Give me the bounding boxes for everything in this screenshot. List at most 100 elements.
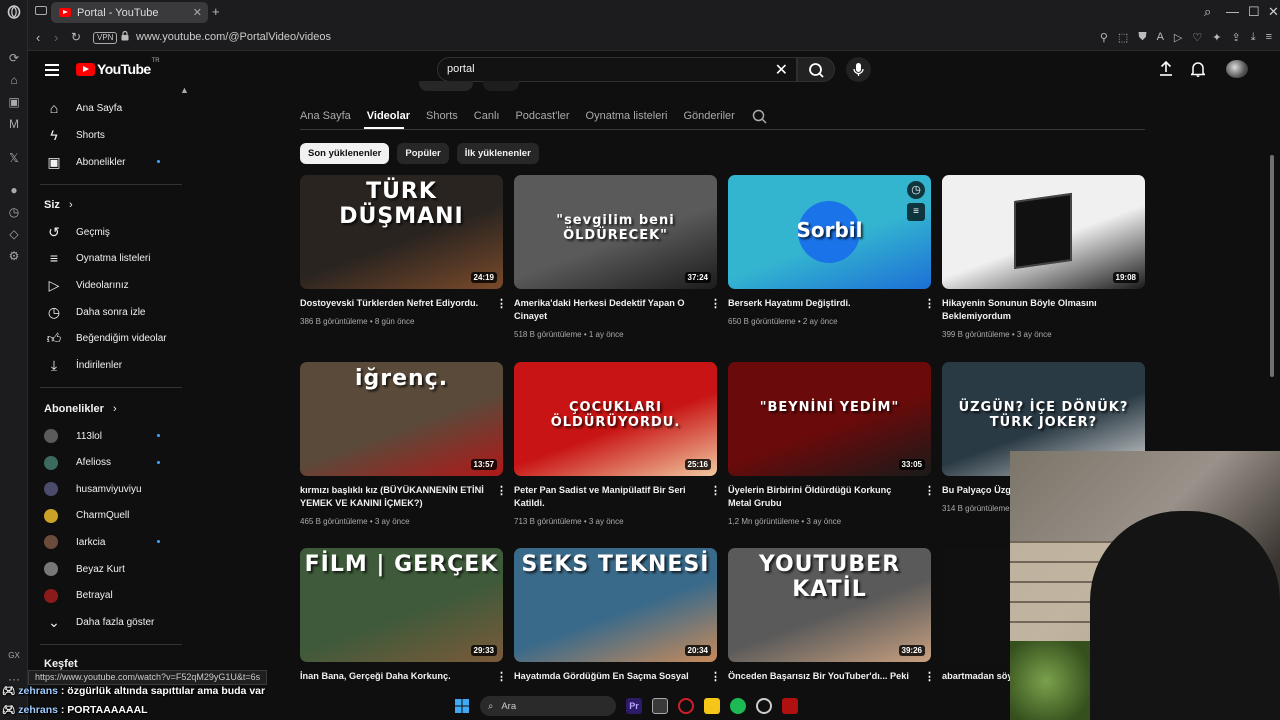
video-title[interactable]: Hikayenin Sonunun Böyle Olmasını Beklemi… xyxy=(942,297,1127,323)
tab-channel[interactable]: Videolar xyxy=(367,110,410,122)
file-explorer-icon[interactable] xyxy=(704,698,720,714)
tab-channel[interactable]: Shorts xyxy=(426,110,458,122)
back-icon[interactable]: ‹ xyxy=(36,30,40,45)
more-options-icon[interactable]: ⋮ xyxy=(924,297,935,310)
search-input[interactable]: portal xyxy=(447,63,475,75)
opera-gx-icon[interactable] xyxy=(678,698,694,714)
gallery-icon[interactable]: ▣ xyxy=(6,94,22,110)
sidebar-item-your-videos[interactable]: ▷ Videolarınız xyxy=(28,272,182,298)
pin-icon[interactable]: ⚲ xyxy=(1100,31,1108,44)
settings-icon[interactable]: ⚙ xyxy=(6,248,22,264)
extensions-icon[interactable]: ✦ xyxy=(1212,31,1221,44)
add-to-queue-icon[interactable]: ≡ xyxy=(907,203,925,221)
opera-logo-icon[interactable] xyxy=(6,5,22,21)
video-card[interactable]: Sorbil ◷ ≡ Berserk Hayatımı Değiştirdi. 650 … xyxy=(728,175,935,355)
reload-icon[interactable]: ↻ xyxy=(71,30,81,44)
sort-chip[interactable]: İlk yüklenenler xyxy=(456,143,539,164)
video-thumbnail[interactable]: YOUTUBER KATİL 39:26 xyxy=(728,548,931,662)
spotify-icon[interactable] xyxy=(730,698,746,714)
video-title[interactable]: Hayatımda Gördüğüm En Saçma Sosyal xyxy=(514,670,699,683)
video-thumbnail[interactable]: TÜRK DÜŞMANI 24:19 xyxy=(300,175,503,289)
more-options-icon[interactable]: ⋮ xyxy=(496,297,507,310)
video-thumbnail[interactable]: Sorbil ◷ ≡ xyxy=(728,175,931,289)
tab-channel[interactable]: Ana Sayfa xyxy=(300,110,351,122)
video-card[interactable]: FİLM | GERÇEK 29:33 İnan Bana, Gerçeği Dah… xyxy=(300,548,507,688)
video-title[interactable]: Dostoyevski Türklerden Nefret Ediyordu. xyxy=(300,297,485,310)
sidebar-item-liked[interactable]: 👍︎ Beğendiğim videolar xyxy=(28,325,182,351)
music-icon[interactable]: ● xyxy=(6,182,22,198)
search-tabs-icon[interactable]: ⌕ xyxy=(1204,4,1211,20)
you-section-header[interactable]: Siz › xyxy=(44,199,73,211)
tab-channel[interactable]: Oynatma listeleri xyxy=(586,110,668,122)
sidebar-item-shorts[interactable]: ϟ Shorts xyxy=(28,122,182,148)
video-thumbnail[interactable]: ÇOCUKLARI ÖLDÜRÜYORDU. 25:16 xyxy=(514,362,717,476)
tab-channel[interactable]: Podcast'ler xyxy=(515,110,569,122)
video-card[interactable]: "BEYNİNİ YEDİM" 33:05 Üyelerin Birbirini Ö… xyxy=(728,362,935,542)
more-options-icon[interactable]: ⋮ xyxy=(496,670,507,683)
search-button[interactable] xyxy=(797,57,835,82)
video-thumbnail[interactable]: 19:08 xyxy=(942,175,1145,289)
hamburger-menu-icon[interactable] xyxy=(45,64,59,76)
tab-channel[interactable]: Gönderiler xyxy=(683,110,734,122)
channel-button-partial[interactable] xyxy=(419,81,473,91)
video-title[interactable]: Amerika'daki Herkesi Dedektif Yapan O Ci… xyxy=(514,297,699,323)
share-icon[interactable]: ⇪ xyxy=(1231,31,1240,44)
video-card[interactable]: ÇOCUKLARI ÖLDÜRÜYORDU. 25:16 Peter Pan Sad… xyxy=(514,362,721,542)
tab-channel[interactable]: Canlı xyxy=(474,110,500,122)
sidebar-item-downloads[interactable]: ⤓ İndirilenler xyxy=(28,352,182,378)
player-icon[interactable]: ▷ xyxy=(1174,31,1182,44)
more-options-icon[interactable]: ⋮ xyxy=(710,670,721,683)
minimize-icon[interactable]: — xyxy=(1226,4,1239,19)
close-tab-icon[interactable]: ✕ xyxy=(193,6,202,19)
sidebar-item-subscriptions[interactable]: ▣ Abonelikler xyxy=(28,149,182,175)
account-avatar[interactable] xyxy=(1226,60,1248,78)
youtube-logo[interactable]: YouTube TR xyxy=(76,58,160,77)
sidebar-item-channel[interactable]: CharmQuell xyxy=(28,503,182,529)
snapshot-icon[interactable]: ⬚ xyxy=(1118,31,1128,44)
sidebar-item-channel[interactable]: Afelioss xyxy=(28,450,182,476)
video-card[interactable]: "sevgilim beni ÖLDÜRECEK" 37:24 Amerika'da… xyxy=(514,175,721,355)
video-thumbnail[interactable]: "sevgilim beni ÖLDÜRECEK" 37:24 xyxy=(514,175,717,289)
sidebar-item-playlists[interactable]: ≡ Oynatma listeleri xyxy=(28,245,182,271)
search-box[interactable]: portal ✕ xyxy=(437,57,797,82)
notifications-icon[interactable] xyxy=(1189,61,1207,81)
clock-icon[interactable]: ◷ xyxy=(6,204,22,220)
url-field[interactable]: www.youtube.com/@PortalVideo/videos xyxy=(136,31,331,43)
sidebar-item-channel[interactable]: Iarkcia xyxy=(28,529,182,555)
more-options-icon[interactable]: ⋮ xyxy=(710,484,721,497)
lock-icon[interactable] xyxy=(121,31,129,41)
sidebar-item-channel[interactable]: Betrayal xyxy=(28,583,182,609)
video-card[interactable]: SEKS TEKNESİ 20:34 Hayatımda Gördüğüm En S… xyxy=(514,548,721,688)
sort-chip[interactable]: Popüler xyxy=(397,143,449,164)
clear-search-icon[interactable]: ✕ xyxy=(775,60,788,80)
upload-icon[interactable] xyxy=(1159,60,1173,80)
sidebar-item-home[interactable]: ⌂ Ana Sayfa xyxy=(28,95,182,121)
forward-icon[interactable]: › xyxy=(54,30,58,45)
video-title[interactable]: kırmızı başlıklı kız (BÜYÜKANNENİN ETİNİ… xyxy=(300,484,485,510)
video-title[interactable]: Peter Pan Sadist ve Manipülatif Bir Seri… xyxy=(514,484,699,510)
video-card[interactable]: iğrenç. 13:57 kırmızı başlıklı kız (BÜYÜKA… xyxy=(300,362,507,542)
video-title[interactable]: Üyelerin Birbirini Öldürdüğü Korkunç Met… xyxy=(728,484,913,510)
channel-search-icon[interactable] xyxy=(752,109,768,130)
channel-button-partial[interactable] xyxy=(483,81,519,91)
capcut-icon[interactable] xyxy=(652,698,668,714)
show-more-button[interactable]: ⌄ Daha fazla göster xyxy=(28,609,182,635)
maximize-icon[interactable]: ☐ xyxy=(1248,4,1260,20)
taskbar-search[interactable]: ⌕ Ara xyxy=(480,696,616,716)
sort-chip[interactable]: Son yüklenenler xyxy=(300,143,390,164)
steam-icon[interactable] xyxy=(756,698,772,714)
sidebar-item-history[interactable]: ↺ Geçmiş xyxy=(28,219,182,245)
menu-icon[interactable]: ≡ xyxy=(1266,31,1272,44)
more-options-icon[interactable]: ⋮ xyxy=(924,484,935,497)
sidebar-item-channel[interactable]: 113lol xyxy=(28,423,182,449)
sidebar-item-watch-later[interactable]: ◷ Daha sonra izle xyxy=(28,299,182,325)
bookmark-icon[interactable]: ◇ xyxy=(6,226,22,242)
video-card[interactable]: TÜRK DÜŞMANI 24:19 Dostoyevski Türklerden … xyxy=(300,175,507,355)
video-thumbnail[interactable]: SEKS TEKNESİ 20:34 xyxy=(514,548,717,662)
downloads-icon[interactable]: ⤓ xyxy=(1251,31,1256,44)
tab-youtube[interactable]: Portal - YouTube ✕ xyxy=(51,2,208,23)
scrollbar-thumb[interactable] xyxy=(1270,155,1274,377)
video-thumbnail[interactable]: iğrenç. 13:57 xyxy=(300,362,503,476)
video-card[interactable]: 19:08 Hikayenin Sonunun Böyle Olmasını Be… xyxy=(942,175,1145,355)
windows-start-icon[interactable] xyxy=(454,698,470,714)
